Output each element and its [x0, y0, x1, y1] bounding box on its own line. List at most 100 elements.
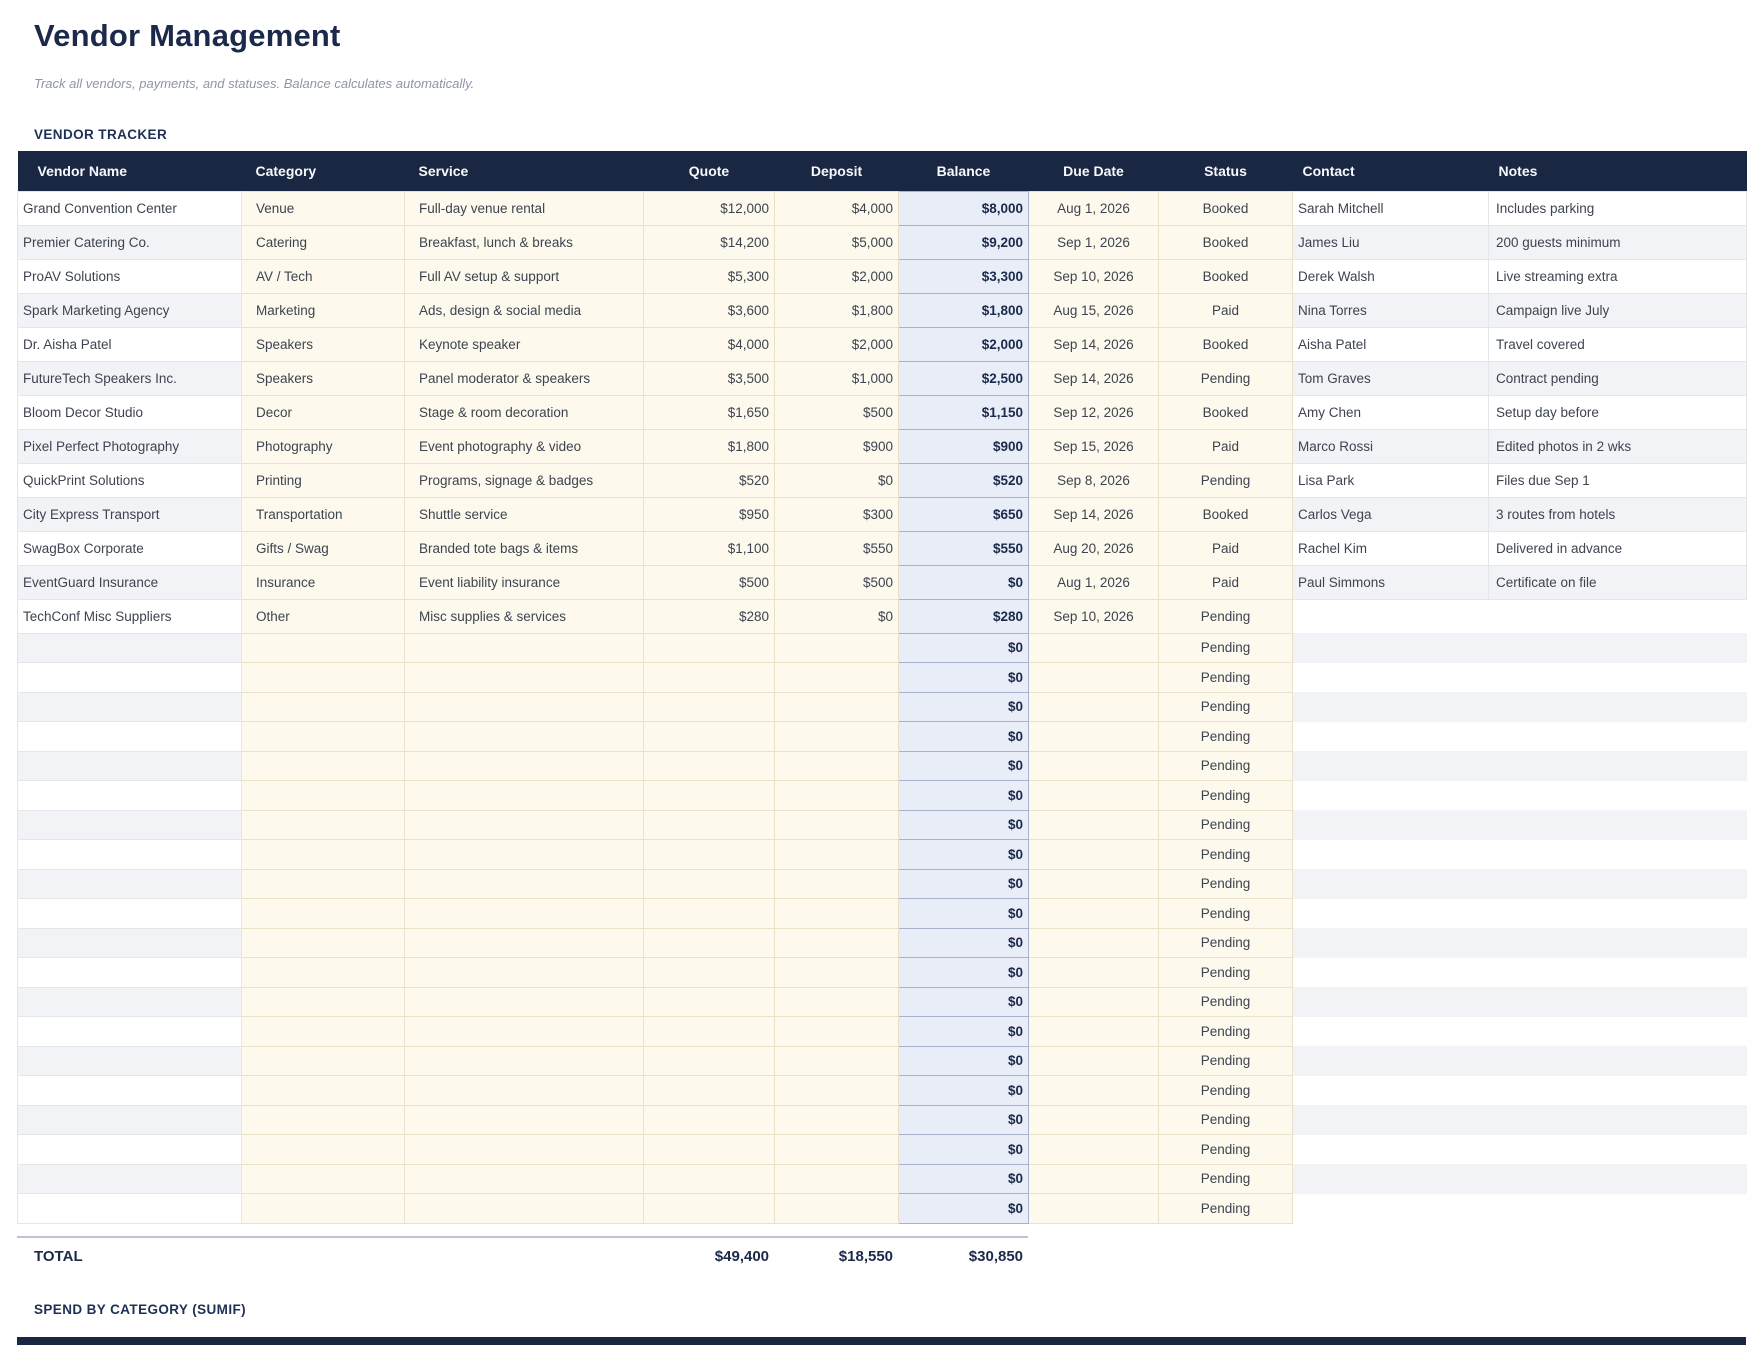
cell-balance: $2,000: [899, 327, 1029, 361]
cell-notes: Campaign live July: [1489, 293, 1747, 327]
cell-status: Booked: [1159, 497, 1293, 531]
vendor-row: City Express TransportTransportationShut…: [18, 497, 1747, 531]
cell-contact: [1293, 928, 1489, 958]
cell-deposit: [775, 840, 899, 870]
cell-deposit: [775, 1105, 899, 1135]
cell-deposit: [775, 899, 899, 929]
cell-due: [1029, 1164, 1159, 1194]
empty-row: $0Pending: [18, 1194, 1747, 1224]
empty-row: $0Pending: [18, 899, 1747, 929]
cell-contact: [1293, 663, 1489, 693]
cell-due: Sep 14, 2026: [1029, 361, 1159, 395]
cell-quote: [644, 1194, 775, 1224]
cell-service: Full-day venue rental: [405, 191, 644, 225]
cell-category: Speakers: [242, 361, 405, 395]
cell-notes: Certificate on file: [1489, 565, 1747, 599]
cell-status: Booked: [1159, 225, 1293, 259]
cell-quote: $5,300: [644, 259, 775, 293]
cell-quote: [644, 1046, 775, 1076]
cell-quote: [644, 1164, 775, 1194]
cell-service: [405, 692, 644, 722]
cell-service: [405, 663, 644, 693]
cell-quote: [644, 722, 775, 752]
cell-notes: [1489, 1164, 1747, 1194]
cell-vendor: Grand Convention Center: [18, 191, 242, 225]
cell-service: Programs, signage & badges: [405, 463, 644, 497]
cell-quote: [644, 692, 775, 722]
cell-service: Shuttle service: [405, 497, 644, 531]
cell-due: Sep 14, 2026: [1029, 497, 1159, 531]
cell-deposit: [775, 663, 899, 693]
cell-category: [242, 1076, 405, 1106]
cell-deposit: [775, 869, 899, 899]
empty-row: $0Pending: [18, 1164, 1747, 1194]
cell-contact: [1293, 1164, 1489, 1194]
cell-notes: [1489, 1194, 1747, 1224]
cell-status: Pending: [1159, 1164, 1293, 1194]
cell-deposit: $1,000: [775, 361, 899, 395]
cell-contact: [1293, 958, 1489, 988]
cell-vendor: [18, 810, 242, 840]
cell-deposit: [775, 781, 899, 811]
cell-notes: Files due Sep 1: [1489, 463, 1747, 497]
cell-due: Aug 20, 2026: [1029, 531, 1159, 565]
cell-quote: [644, 810, 775, 840]
cell-status: Pending: [1159, 722, 1293, 752]
cell-category: Gifts / Swag: [242, 531, 405, 565]
cell-balance: $0: [899, 840, 1029, 870]
cell-contact: Tom Graves: [1293, 361, 1489, 395]
cell-vendor: QuickPrint Solutions: [18, 463, 242, 497]
cell-status: Pending: [1159, 899, 1293, 929]
cell-service: Full AV setup & support: [405, 259, 644, 293]
cell-deposit: $0: [775, 599, 899, 633]
cell-quote: [644, 1076, 775, 1106]
cell-category: [242, 987, 405, 1017]
cell-quote: [644, 899, 775, 929]
cell-due: [1029, 633, 1159, 663]
cell-category: Photography: [242, 429, 405, 463]
cell-category: [242, 958, 405, 988]
cell-category: Venue: [242, 191, 405, 225]
cell-balance: $0: [899, 958, 1029, 988]
cell-category: Insurance: [242, 565, 405, 599]
total-divider: [17, 1236, 1028, 1238]
total-spacer: [1028, 1242, 1746, 1272]
cell-category: [242, 810, 405, 840]
empty-row: $0Pending: [18, 692, 1747, 722]
cell-vendor: [18, 869, 242, 899]
cell-category: [242, 722, 405, 752]
cell-notes: [1489, 810, 1747, 840]
cell-deposit: $900: [775, 429, 899, 463]
cell-status: Pending: [1159, 987, 1293, 1017]
cell-service: Panel moderator & speakers: [405, 361, 644, 395]
cell-category: [242, 663, 405, 693]
cell-balance: $0: [899, 1076, 1029, 1106]
vendor-row: ProAV SolutionsAV / TechFull AV setup & …: [18, 259, 1747, 293]
vendor-row: EventGuard InsuranceInsuranceEvent liabi…: [18, 565, 1747, 599]
cell-status: Pending: [1159, 663, 1293, 693]
total-quote: $49,400: [643, 1242, 774, 1272]
cell-balance: $0: [899, 869, 1029, 899]
cell-status: Pending: [1159, 810, 1293, 840]
cell-balance: $0: [899, 1017, 1029, 1047]
cell-deposit: $4,000: [775, 191, 899, 225]
cell-balance: $1,150: [899, 395, 1029, 429]
cell-deposit: [775, 810, 899, 840]
spend-table-header-edge: [17, 1337, 1746, 1345]
cell-status: Paid: [1159, 565, 1293, 599]
cell-status: Pending: [1159, 1046, 1293, 1076]
cell-deposit: [775, 958, 899, 988]
cell-status: Booked: [1159, 395, 1293, 429]
cell-notes: [1489, 1135, 1747, 1165]
cell-notes: [1489, 692, 1747, 722]
cell-category: Marketing: [242, 293, 405, 327]
cell-vendor: [18, 958, 242, 988]
total-row-inner: TOTAL $49,400 $18,550 $30,850: [17, 1242, 1746, 1272]
vendor-row: Spark Marketing AgencyMarketingAds, desi…: [18, 293, 1747, 327]
cell-service: [405, 781, 644, 811]
cell-service: [405, 928, 644, 958]
cell-vendor: [18, 840, 242, 870]
cell-deposit: [775, 722, 899, 752]
cell-contact: [1293, 899, 1489, 929]
cell-vendor: [18, 781, 242, 811]
